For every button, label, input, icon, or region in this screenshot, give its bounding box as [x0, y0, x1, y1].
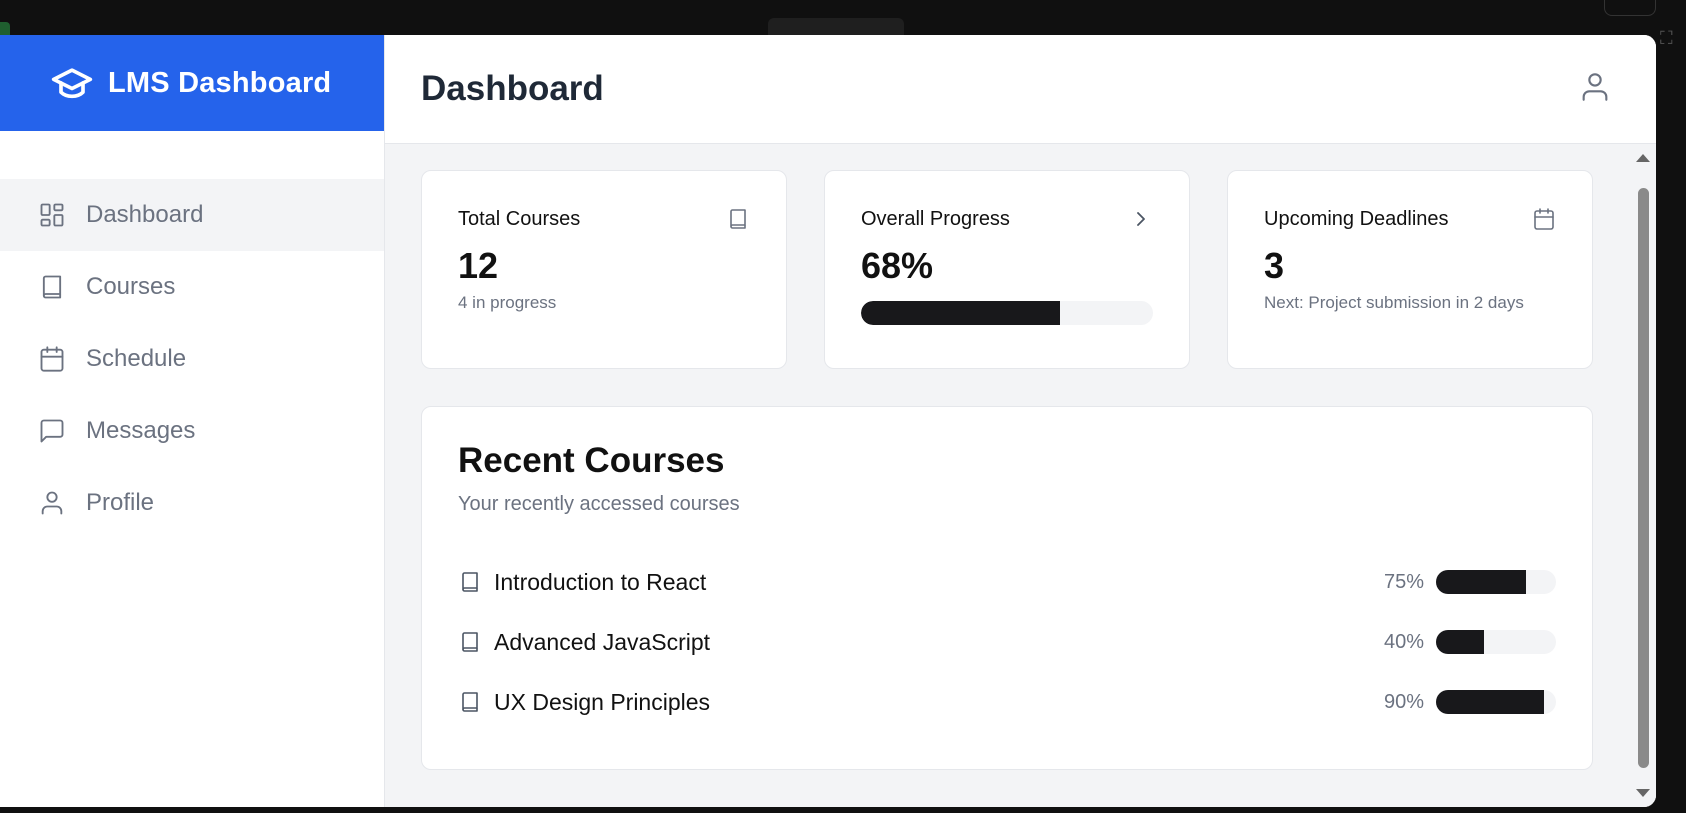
list-item[interactable]: Introduction to React 75% [458, 552, 1556, 612]
progress-fill [1436, 570, 1526, 594]
message-square-icon [40, 419, 64, 443]
top-bar: Dashboard [385, 35, 1656, 144]
main-area: Dashboard Total Courses 12 4 in progress… [385, 35, 1656, 807]
stat-label: Overall Progress [861, 207, 1010, 230]
course-percent: 90% [1383, 690, 1424, 713]
progress-fill [861, 301, 1060, 325]
sidebar-item-label: Courses [86, 273, 176, 300]
progress-fill [1436, 690, 1544, 714]
expand-icon[interactable]: ⛶ [1660, 28, 1682, 50]
calendar-icon [40, 346, 64, 372]
stat-card-total-courses: Total Courses 12 4 in progress [421, 170, 787, 369]
graduation-cap-icon [51, 68, 93, 99]
user-icon [1582, 72, 1608, 101]
stat-subtext: Next: Project submission in 2 days [1264, 293, 1524, 312]
stat-label: Total Courses [458, 207, 581, 230]
course-name: UX Design Principles [494, 688, 711, 715]
sidebar-item-courses[interactable]: Courses [0, 251, 384, 323]
stat-value: 12 [458, 245, 499, 286]
brand-title: LMS Dashboard [108, 66, 332, 99]
sidebar-item-label: Dashboard [86, 201, 204, 228]
dashboard-content: Total Courses 12 4 in progress Overall P… [385, 144, 1629, 807]
progress-fill [1436, 630, 1484, 654]
course-percent: 75% [1383, 570, 1424, 593]
course-percent: 40% [1383, 630, 1424, 653]
book-icon [42, 275, 62, 299]
scroll-down-arrow[interactable] [1636, 789, 1650, 797]
course-list: Introduction to React 75% Advanced JavaS… [458, 552, 1556, 732]
sidebar: LMS Dashboard Dashboard Courses Schedule… [0, 35, 385, 807]
sidebar-nav: Dashboard Courses Schedule Messages Prof… [0, 179, 384, 539]
sidebar-item-schedule[interactable]: Schedule [0, 323, 384, 395]
app-window: LMS Dashboard Dashboard Courses Schedule… [0, 35, 1656, 807]
book-icon [462, 572, 478, 592]
list-item[interactable]: Advanced JavaScript 40% [458, 612, 1556, 672]
background-button [1604, 0, 1656, 16]
recent-courses-subtitle: Your recently accessed courses [458, 493, 740, 515]
stat-value: 68% [861, 245, 934, 286]
sidebar-item-dashboard[interactable]: Dashboard [0, 179, 384, 251]
course-name: Advanced JavaScript [494, 628, 711, 655]
stat-subtext: 4 in progress [458, 293, 557, 312]
stat-card-overall-progress: Overall Progress 68% [824, 170, 1190, 369]
course-progress-bar [1436, 630, 1556, 654]
book-icon [462, 692, 478, 712]
course-progress-bar [1436, 570, 1556, 594]
stat-value: 3 [1264, 245, 1285, 286]
layout-dashboard-icon [40, 203, 64, 227]
stat-card-upcoming-deadlines: Upcoming Deadlines 3 Next: Project submi… [1227, 170, 1593, 369]
chevron-right-icon[interactable] [1129, 207, 1153, 231]
recent-courses-title: Recent Courses [458, 441, 725, 480]
sidebar-item-label: Messages [86, 417, 196, 444]
stat-label: Upcoming Deadlines [1264, 207, 1449, 230]
sidebar-item-profile[interactable]: Profile [0, 467, 384, 539]
user-icon [41, 491, 63, 515]
sidebar-item-label: Schedule [86, 345, 187, 372]
scroll-thumb[interactable] [1638, 188, 1649, 768]
calendar-icon [1534, 208, 1554, 230]
overall-progress-bar [861, 301, 1153, 325]
book-icon [730, 209, 746, 229]
brand-header: LMS Dashboard [0, 35, 384, 131]
user-menu-button[interactable] [1578, 70, 1612, 109]
course-name: Introduction to React [494, 568, 707, 595]
sidebar-item-messages[interactable]: Messages [0, 395, 384, 467]
book-icon [462, 632, 478, 652]
vertical-scrollbar[interactable] [1629, 144, 1656, 807]
scroll-up-arrow[interactable] [1636, 154, 1650, 162]
sidebar-item-label: Profile [86, 489, 155, 516]
list-item[interactable]: UX Design Principles 90% [458, 672, 1556, 732]
recent-courses-card: Recent Courses Your recently accessed co… [421, 406, 1593, 770]
course-progress-bar [1436, 690, 1556, 714]
page-title: Dashboard [421, 69, 604, 108]
stats-row: Total Courses 12 4 in progress Overall P… [421, 170, 1593, 369]
